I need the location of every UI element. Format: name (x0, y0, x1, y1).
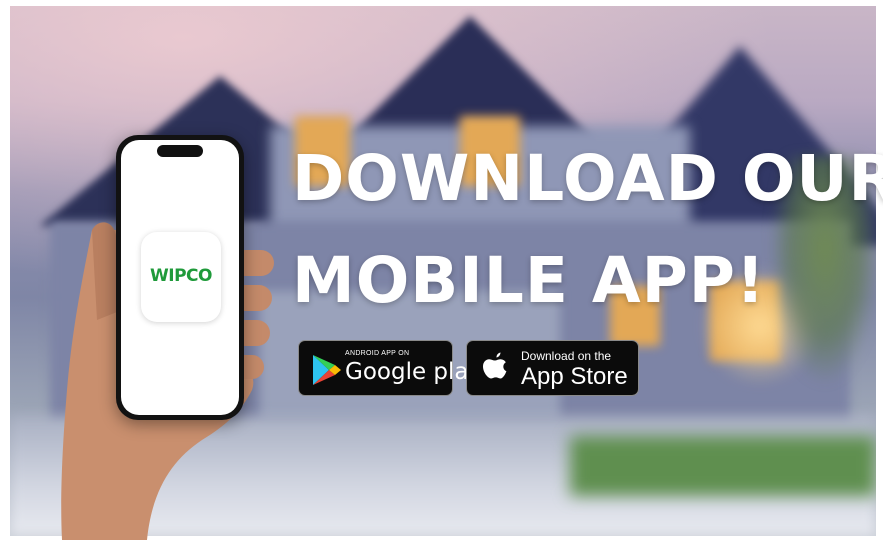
wipco-logo: WIPCO (150, 266, 212, 286)
app-store-big-label: App Store (521, 363, 628, 390)
apple-icon (483, 352, 507, 379)
app-store-button[interactable]: Download on the App Store (466, 340, 639, 396)
headline-line-1: DOWNLOAD OUR (292, 142, 883, 215)
background-lawn (570, 436, 876, 496)
headline: DOWNLOAD OUR MOBILE APP! (292, 128, 883, 332)
phone-mockup: WIPCO (116, 135, 244, 420)
google-play-big-label: Google play (345, 359, 483, 385)
phone-screen: WIPCO (121, 140, 239, 415)
google-play-button[interactable]: ANDROID APP ON Google play (298, 340, 482, 396)
google-play-icon (313, 355, 341, 385)
app-store-small-label: Download on the (521, 349, 612, 363)
google-play-small-label: ANDROID APP ON (345, 350, 410, 357)
wipco-app-icon: WIPCO (141, 232, 221, 322)
phone-notch (157, 145, 203, 157)
headline-line-2: MOBILE APP! (292, 244, 766, 317)
